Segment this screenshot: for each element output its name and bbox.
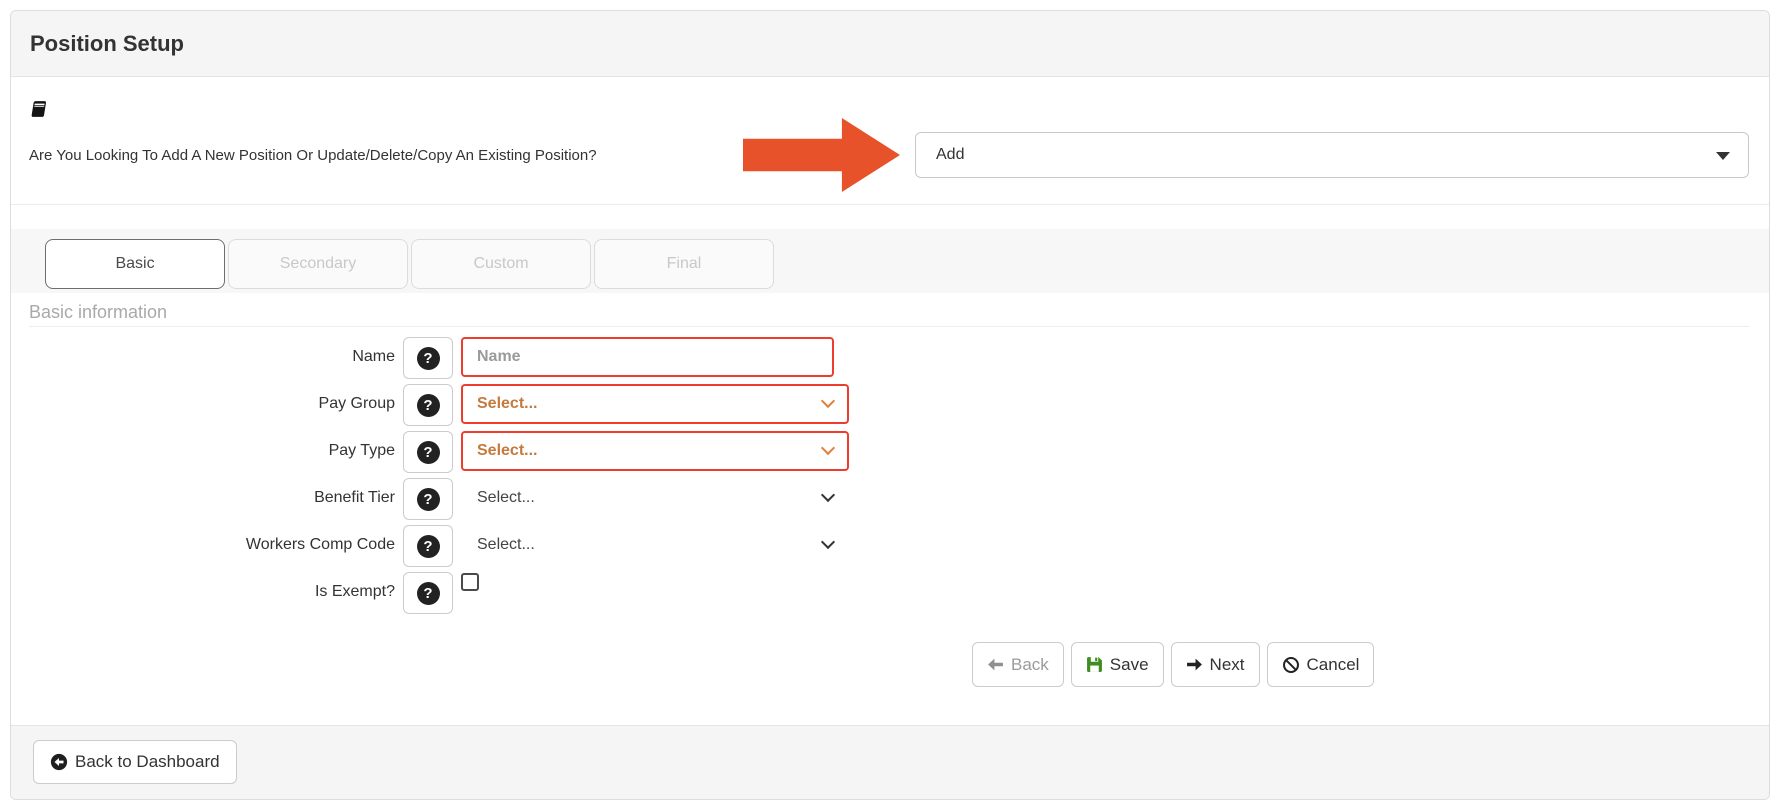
position-setup-panel: Position Setup Are You Looking To Add A …: [10, 10, 1770, 800]
form-row-is-exempt: Is Exempt?: [29, 572, 1749, 612]
form-row-pay-type: Pay Type Select...: [29, 431, 1749, 471]
panel-header: Position Setup: [11, 11, 1769, 77]
question-circle-icon: [417, 488, 440, 511]
pay-group-select[interactable]: Select...: [461, 384, 849, 424]
chevron-down-icon: [821, 535, 835, 549]
help-button-workers-comp[interactable]: [403, 525, 453, 567]
form-actions: Back Save Next Cancel: [972, 642, 1749, 687]
name-input[interactable]: [461, 337, 834, 377]
question-circle-icon: [417, 347, 440, 370]
tab-secondary[interactable]: Secondary: [228, 239, 408, 289]
form-row-pay-group: Pay Group Select...: [29, 384, 1749, 424]
ban-icon: [1282, 656, 1300, 674]
question-text: Are You Looking To Add A New Position Or…: [29, 147, 743, 164]
wizard-tabs: Basic Secondary Custom Final: [11, 229, 1769, 293]
back-to-dashboard-button[interactable]: Back to Dashboard: [33, 740, 237, 784]
panel-footer: Back to Dashboard: [11, 725, 1769, 799]
back-button[interactable]: Back: [972, 642, 1064, 687]
field-control: [461, 337, 834, 377]
back-to-dashboard-label: Back to Dashboard: [75, 752, 220, 772]
benefit-tier-select-value: Select...: [477, 489, 535, 507]
is-exempt-checkbox[interactable]: [461, 573, 479, 591]
mode-select[interactable]: Add: [915, 132, 1749, 178]
chevron-down-icon: [821, 441, 835, 455]
question-circle-icon: [417, 394, 440, 417]
field-label: Name: [29, 337, 395, 377]
section-heading: Basic information: [29, 302, 1749, 323]
position-setup-page: Position Setup Are You Looking To Add A …: [0, 0, 1780, 808]
panel-body: Are You Looking To Add A New Position Or…: [11, 77, 1769, 725]
caret-down-icon: [1716, 152, 1730, 160]
divider: [11, 204, 1769, 205]
benefit-tier-select[interactable]: Select...: [461, 478, 849, 518]
book-icon: [29, 100, 47, 118]
chevron-down-icon: [821, 488, 835, 502]
question-circle-icon: [417, 582, 440, 605]
arrow-left-icon: [987, 656, 1004, 673]
help-button-is-exempt[interactable]: [403, 572, 453, 614]
save-button[interactable]: Save: [1071, 642, 1164, 687]
divider: [29, 326, 1749, 327]
chevron-down-icon: [821, 394, 835, 408]
workers-comp-select[interactable]: Select...: [461, 525, 849, 565]
tab-custom[interactable]: Custom: [411, 239, 591, 289]
next-button[interactable]: Next: [1171, 642, 1260, 687]
field-control: Select...: [461, 431, 849, 471]
basic-form: Name Pay Group Select...: [29, 337, 1749, 687]
help-button-benefit-tier[interactable]: [403, 478, 453, 520]
arrow-circle-left-icon: [50, 753, 68, 771]
help-button-name[interactable]: [403, 337, 453, 379]
field-control: Select...: [461, 384, 849, 424]
pointer-arrow-graphic: [743, 118, 900, 192]
question-circle-icon: [417, 441, 440, 464]
tab-basic[interactable]: Basic: [45, 239, 225, 289]
save-icon: [1086, 656, 1103, 673]
arrow-right-icon: [1186, 656, 1203, 673]
form-row-name: Name: [29, 337, 1749, 377]
page-title: Position Setup: [30, 31, 184, 57]
help-button-pay-group[interactable]: [403, 384, 453, 426]
field-label: Benefit Tier: [29, 478, 395, 518]
help-button-pay-type[interactable]: [403, 431, 453, 473]
question-row: Are You Looking To Add A New Position Or…: [29, 118, 1749, 192]
tab-final[interactable]: Final: [594, 239, 774, 289]
field-label: Workers Comp Code: [29, 525, 395, 565]
back-button-label: Back: [1011, 655, 1049, 675]
field-label: Pay Type: [29, 431, 395, 471]
field-label: Is Exempt?: [29, 572, 395, 612]
mode-select-value: Add: [936, 146, 964, 164]
pay-type-select-value: Select...: [477, 442, 537, 460]
pay-group-select-value: Select...: [477, 395, 537, 413]
save-button-label: Save: [1110, 655, 1149, 675]
pay-type-select[interactable]: Select...: [461, 431, 849, 471]
field-control: Select...: [461, 478, 849, 518]
field-label: Pay Group: [29, 384, 395, 424]
next-button-label: Next: [1210, 655, 1245, 675]
form-row-workers-comp: Workers Comp Code Select...: [29, 525, 1749, 565]
workers-comp-select-value: Select...: [477, 536, 535, 554]
question-circle-icon: [417, 535, 440, 558]
form-row-benefit-tier: Benefit Tier Select...: [29, 478, 1749, 518]
cancel-button[interactable]: Cancel: [1267, 642, 1375, 687]
field-control: Select...: [461, 525, 849, 565]
cancel-button-label: Cancel: [1307, 655, 1360, 675]
